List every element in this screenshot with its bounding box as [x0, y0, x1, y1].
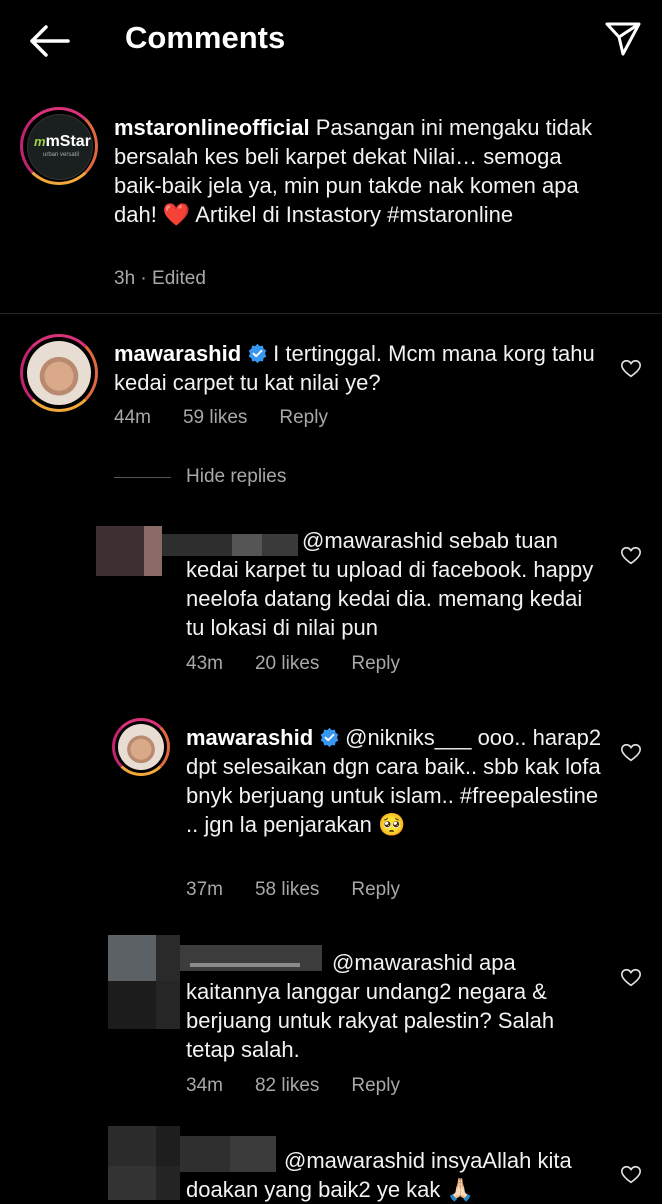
- share-button[interactable]: [603, 20, 643, 58]
- avatar[interactable]: [20, 334, 98, 412]
- comment-text: mawarashid I tertinggal. Mcm mana korg ta…: [114, 341, 595, 395]
- like-count[interactable]: 59 likes: [183, 407, 247, 428]
- page-title: Comments: [125, 20, 286, 55]
- mstar-logo: mmStar urban versatil: [34, 133, 91, 158]
- reply-time: 34m: [186, 1075, 223, 1096]
- reply-meta: 43m 20 likes Reply: [186, 653, 432, 675]
- reply-username[interactable]: mawarashid: [186, 725, 313, 750]
- like-count[interactable]: 20 likes: [255, 653, 319, 674]
- like-count[interactable]: 82 likes: [255, 1075, 319, 1096]
- heart-outline-icon[interactable]: [620, 545, 642, 567]
- reply-text: @mawarashid sebab tuan kedai karpet tu u…: [186, 528, 594, 640]
- caption-username[interactable]: mstaronlineofficial: [114, 115, 310, 140]
- heart-outline-icon[interactable]: [620, 1164, 642, 1186]
- verified-badge-icon: [248, 343, 267, 364]
- paper-plane-icon: [605, 22, 641, 56]
- comment-username[interactable]: mawarashid: [114, 341, 241, 366]
- like-count[interactable]: 58 likes: [255, 879, 319, 900]
- avatar[interactable]: [108, 1126, 180, 1200]
- verified-badge-icon: [320, 727, 339, 748]
- hide-replies-line: [114, 477, 171, 478]
- caption-time: 3h · Edited: [114, 268, 206, 289]
- arrow-left-icon: [30, 25, 70, 57]
- avatar[interactable]: [108, 935, 180, 1029]
- reply-text: @mawarashid insyaAllah kita doakan yang …: [186, 1148, 572, 1202]
- reply-text: mawarashid @nikniks___ ooo.. harap2 dpt s…: [186, 725, 602, 837]
- reply-time: 37m: [186, 879, 223, 900]
- reply-time: 43m: [186, 653, 223, 674]
- comment-time: 44m: [114, 407, 151, 428]
- reply-text: @mawarashid apa kaitannya langgar undang…: [186, 950, 555, 1062]
- back-button[interactable]: [26, 22, 72, 60]
- heart-outline-icon[interactable]: [620, 358, 642, 380]
- reply-meta: 34m 82 likes Reply: [186, 1075, 432, 1097]
- reply-button[interactable]: Reply: [279, 407, 328, 428]
- caption-avatar[interactable]: mmStar urban versatil: [20, 107, 98, 185]
- heart-outline-icon[interactable]: [620, 967, 642, 989]
- reply-meta: 37m 58 likes Reply: [186, 879, 432, 901]
- avatar[interactable]: [96, 526, 162, 576]
- divider: [0, 313, 662, 314]
- reply-button[interactable]: Reply: [351, 653, 400, 674]
- hide-replies-button[interactable]: Hide replies: [186, 466, 286, 488]
- reply-button[interactable]: Reply: [351, 1075, 400, 1096]
- comment-meta: 44m 59 likes Reply: [114, 407, 360, 429]
- heart-outline-icon[interactable]: [620, 742, 642, 764]
- reply-button[interactable]: Reply: [351, 879, 400, 900]
- caption-text: mstaronlineofficial Pasangan ini mengaku…: [114, 113, 614, 229]
- avatar[interactable]: [112, 718, 170, 776]
